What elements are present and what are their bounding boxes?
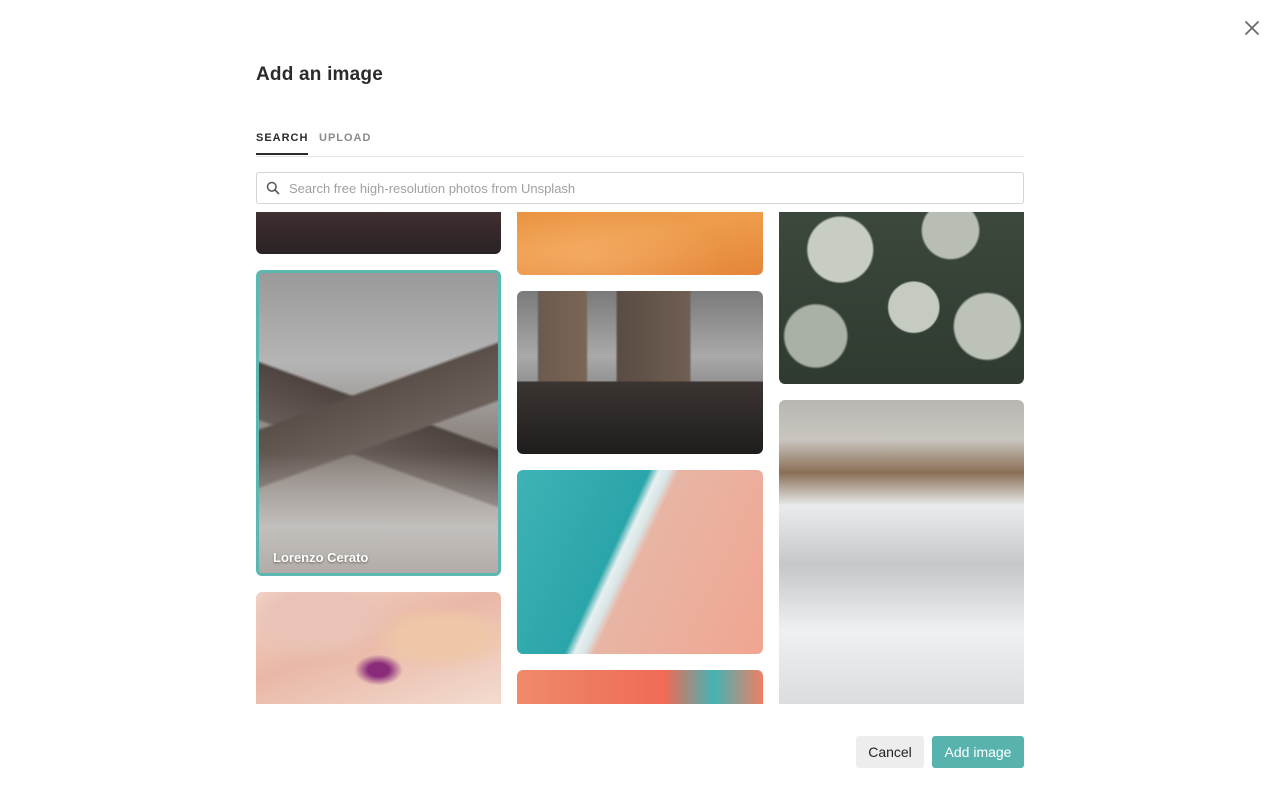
photo-grid: Lorenzo Cerato	[256, 212, 1024, 704]
photo-city[interactable]	[517, 291, 763, 454]
search-box	[256, 172, 1024, 204]
close-button[interactable]	[1238, 14, 1266, 42]
search-icon	[266, 181, 280, 195]
photo-marble[interactable]	[256, 592, 501, 704]
tab-bar: SEARCH UPLOAD	[256, 122, 1024, 157]
close-icon	[1245, 21, 1259, 35]
add-image-button[interactable]: Add image	[932, 736, 1024, 768]
photo-plants[interactable]	[779, 212, 1024, 384]
photo-beach[interactable]	[517, 470, 763, 654]
search-input[interactable]	[289, 173, 1009, 203]
photo-desert[interactable]	[517, 212, 763, 275]
tab-search[interactable]: SEARCH	[256, 132, 309, 155]
tab-upload[interactable]: UPLOAD	[319, 132, 371, 153]
photo-mountain-cerato[interactable]: Lorenzo Cerato	[256, 270, 501, 576]
photo-dark-rock[interactable]	[256, 212, 501, 254]
photo-coral[interactable]	[517, 670, 763, 704]
dialog-title: Add an image	[256, 64, 383, 85]
photo-credit: Lorenzo Cerato	[273, 550, 369, 565]
cancel-button[interactable]: Cancel	[856, 736, 924, 768]
photo-snow-mountain[interactable]	[779, 400, 1024, 704]
